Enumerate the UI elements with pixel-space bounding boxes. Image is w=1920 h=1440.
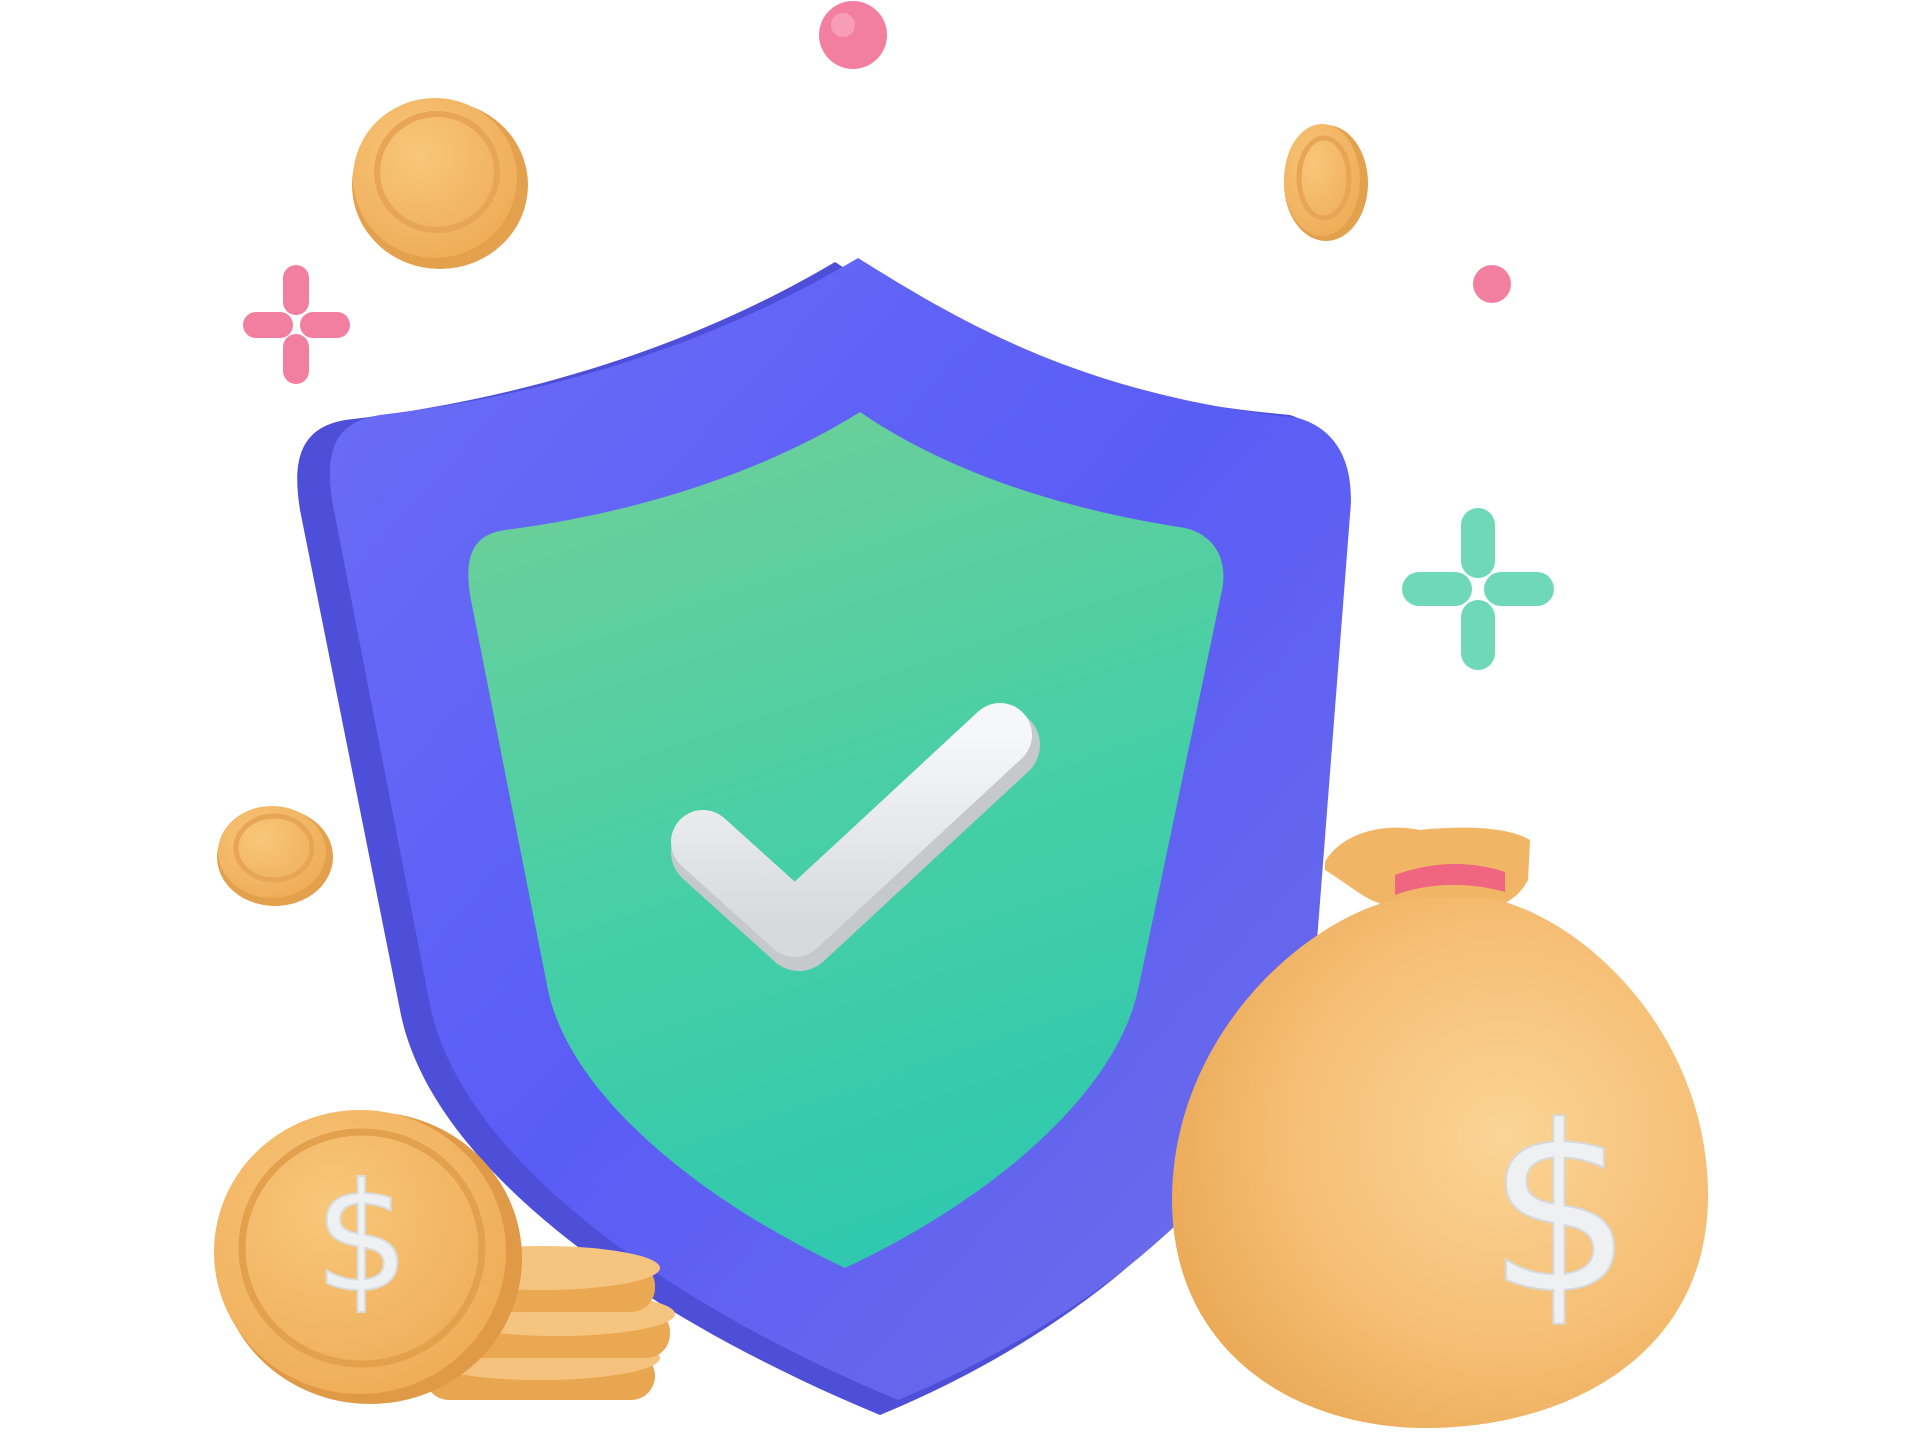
coin-icon: $	[214, 1110, 522, 1404]
dot-icon	[819, 1, 887, 69]
illustration-scene: $ $	[0, 0, 1920, 1440]
sparkle-icon	[243, 265, 350, 384]
coin-icon	[217, 806, 333, 906]
sparkle-icon	[1402, 508, 1554, 670]
coin-icon	[352, 98, 528, 269]
security-money-illustration: $ $	[214, 1, 1709, 1429]
coin-dollar-symbol: $	[314, 1152, 409, 1326]
bag-dollar-symbol: $	[1487, 1078, 1633, 1345]
dot-icon	[1473, 265, 1511, 303]
coin-icon	[1284, 124, 1368, 241]
